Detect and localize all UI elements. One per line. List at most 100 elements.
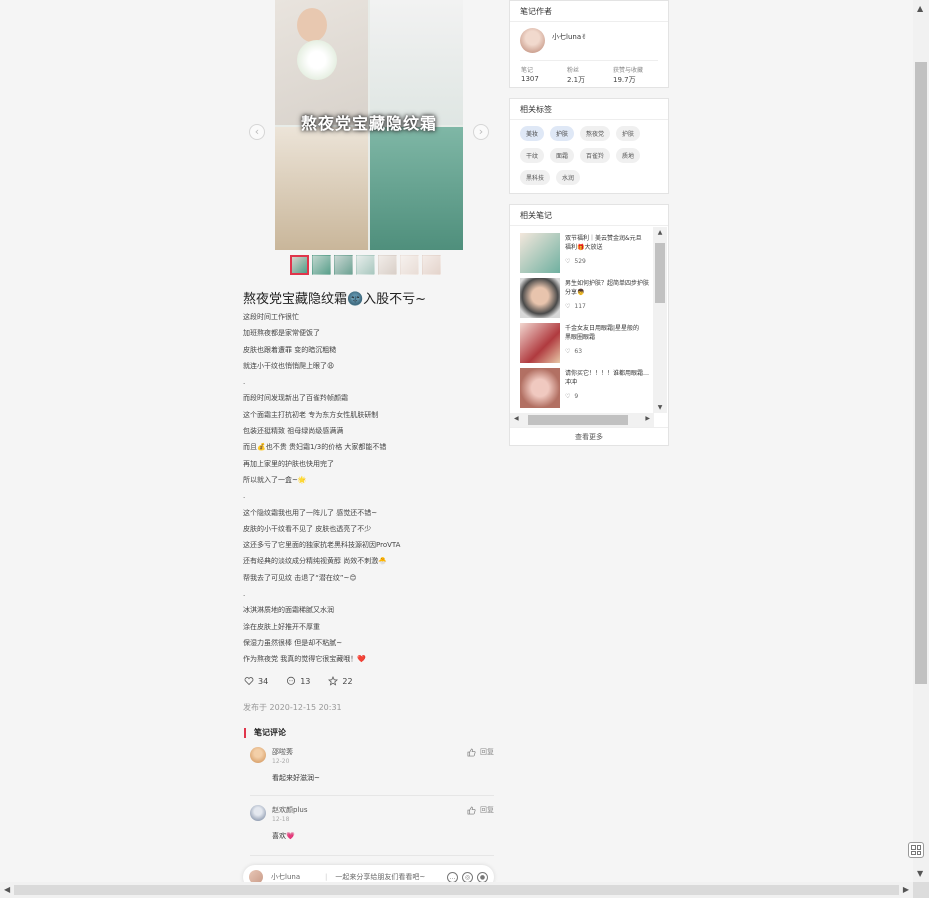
comment-input-bar[interactable]: 小七luna | 一起来分享给朋友们看看吧~ … ◎ ●: [243, 865, 494, 882]
collect-button[interactable]: 22: [328, 676, 353, 686]
image-tile-jar-top: [370, 0, 463, 125]
like-count: 117: [574, 303, 586, 310]
comment-author[interactable]: 赵欢颜plus: [272, 805, 307, 815]
tag[interactable]: 百雀羚: [580, 148, 611, 163]
thumbnail-7[interactable]: [422, 255, 441, 275]
author-name[interactable]: 小七luna✌: [552, 32, 587, 42]
avatar[interactable]: [520, 28, 545, 53]
avatar[interactable]: [250, 747, 266, 763]
related-note-title: 冲冲: [565, 379, 578, 386]
thumbnail-3[interactable]: [334, 255, 353, 275]
note-line: 这段时间工作很忙: [243, 313, 299, 321]
collect-count: 22: [342, 676, 353, 686]
thumbnail-5[interactable]: [378, 255, 397, 275]
comment-date: 12-18: [272, 816, 290, 823]
note-body: 这段时间工作很忙 加班熬夜都是家常便饭了 皮肤也跟着遭罪 变的暗沉粗糙 就连小干…: [243, 309, 503, 668]
note-line: 作为熬夜党 我真的觉得它很宝藏哦！❤️: [243, 655, 366, 664]
scroll-left-arrow-icon[interactable]: ◀: [514, 415, 519, 422]
related-notes-horizontal-scrollbar[interactable]: ◀ ▶: [510, 413, 654, 427]
related-note-thumbnail: [520, 323, 560, 363]
related-note-item[interactable]: 请你买它！！！！谁都用眼霜… 冲冲 ♡ 9: [520, 365, 652, 408]
related-note-title: 请你买它！！！！谁都用眼霜…: [565, 370, 650, 377]
tags-card: 相关标签 美妆 护肤 熬夜党 护肤 干纹 面霜 百雀羚 质地 黑科技 水润: [509, 98, 669, 194]
comment-button[interactable]: 13: [286, 676, 310, 686]
tag[interactable]: 干纹: [520, 148, 545, 163]
reply-button[interactable]: 回复: [467, 747, 494, 757]
thumbnail-1[interactable]: [290, 255, 309, 275]
reply-button[interactable]: 回复: [467, 805, 494, 815]
heart-icon: ♡: [565, 258, 571, 265]
star-icon: [328, 676, 339, 686]
scrollbar-thumb[interactable]: [14, 885, 899, 895]
thumbnail-6[interactable]: [400, 255, 419, 275]
note-line: 而且💰也不贵 贵妇霜1/3的价格 大家都能不错: [243, 443, 387, 452]
window-horizontal-scrollbar[interactable]: ◀ ▶: [0, 882, 913, 898]
note-line: 这个隐纹霜我也用了一阵儿了 感觉还不错~: [243, 508, 378, 517]
tag[interactable]: 水润: [556, 170, 581, 185]
separator: |: [325, 873, 328, 881]
window-vertical-scrollbar[interactable]: ▲ ▼: [913, 0, 929, 882]
stat-value-fans: 2.1万: [567, 76, 586, 84]
avatar[interactable]: [250, 805, 266, 821]
like-button[interactable]: 34: [244, 676, 268, 686]
related-note-item[interactable]: 双节福利｜美云赞金润&元旦 福利🎁大放送 ♡ 529: [520, 230, 652, 273]
note-line: 所以就入了一盒~🌟: [243, 475, 307, 484]
heart-icon: ♡: [565, 393, 571, 400]
related-note-item[interactable]: 男生如何护肤？超简单四步护肤 分享👦 ♡ 117: [520, 275, 652, 318]
next-image-arrow-icon[interactable]: ›: [473, 124, 489, 140]
view-more-link[interactable]: 查看更多: [510, 427, 668, 445]
related-note-likes: ♡ 117: [565, 303, 586, 310]
scroll-down-arrow-icon[interactable]: ▼: [917, 869, 923, 878]
tag[interactable]: 黑科技: [520, 170, 551, 185]
stat-label-notes: 笔记: [521, 67, 534, 74]
prev-image-arrow-icon[interactable]: ‹: [249, 124, 265, 140]
stat-label-fans: 粉丝: [567, 67, 580, 74]
tag[interactable]: 面霜: [550, 148, 575, 163]
tags-card-heading: 相关标签: [510, 99, 668, 120]
note-line: 皮肤的小干纹看不见了 皮肤也透亮了不少: [243, 524, 372, 533]
note-line: 冰淇淋质地的面霜稀腻又水润: [243, 606, 334, 615]
reply-label: 回复: [480, 806, 494, 814]
comment-icon[interactable]: …: [447, 871, 458, 882]
scrollbar-thumb[interactable]: [915, 62, 927, 684]
related-note-title: 福利🎁大放送: [565, 244, 603, 251]
share-icon[interactable]: ◎: [462, 871, 473, 882]
comment-input[interactable]: 一起来分享给朋友们看看吧~: [335, 872, 443, 882]
thumbnail-2[interactable]: [312, 255, 331, 275]
scroll-down-arrow-icon[interactable]: ▼: [653, 404, 667, 411]
tag[interactable]: 护肤: [550, 126, 575, 141]
related-note-likes: ♡ 529: [565, 258, 586, 265]
note-main-image[interactable]: 熬夜党宝藏隐纹霜: [275, 0, 463, 250]
note-line: 这还多亏了它里面的独家抗老黑科技源初因ProVTA: [243, 541, 401, 550]
related-notes-vertical-scrollbar[interactable]: ▲ ▼: [653, 227, 667, 413]
tag[interactable]: 美妆: [520, 126, 545, 141]
qr-code-icon[interactable]: [908, 842, 924, 858]
lock-icon[interactable]: ●: [477, 871, 488, 882]
scroll-right-arrow-icon[interactable]: ▶: [645, 415, 650, 422]
tag[interactable]: 熬夜党: [580, 126, 611, 141]
tag[interactable]: 护肤: [616, 126, 641, 141]
scroll-right-arrow-icon[interactable]: ▶: [903, 885, 909, 894]
note-line: 加班熬夜都是家常便饭了: [243, 329, 320, 338]
comment-icon: [287, 676, 296, 685]
like-count: 9: [574, 393, 579, 400]
scroll-up-arrow-icon[interactable]: ▲: [653, 229, 667, 236]
divider: [520, 60, 658, 61]
like-count: 63: [574, 348, 583, 355]
scroll-left-arrow-icon[interactable]: ◀: [4, 885, 10, 894]
related-note-item[interactable]: 千金女友日用眼霜|星星般的 黑眼圈眼霜 ♡ 63: [520, 320, 652, 363]
scrollbar-thumb[interactable]: [655, 243, 665, 303]
model-face: [297, 8, 327, 42]
note-line: .: [243, 492, 246, 501]
scroll-up-arrow-icon[interactable]: ▲: [917, 4, 923, 13]
note-line: 涂在皮肤上好推开不厚重: [243, 622, 320, 631]
thumbs-up-icon: [467, 748, 476, 756]
author-card: 笔记作者 小七luna✌ 笔记 1307 粉丝 2.1万 获赞与收藏 19.7万: [509, 0, 669, 88]
publish-date: 发布于 2020-12-15 20:31: [243, 703, 342, 712]
comments-heading: 笔记评论: [244, 728, 286, 738]
tag[interactable]: 质地: [616, 148, 641, 163]
thumbnail-4[interactable]: [356, 255, 375, 275]
scrollbar-thumb[interactable]: [528, 415, 628, 425]
comment-author[interactable]: 邵啦莠: [272, 747, 293, 757]
note-title: 熬夜党宝藏隐纹霜🌚入股不亏~: [243, 292, 427, 307]
